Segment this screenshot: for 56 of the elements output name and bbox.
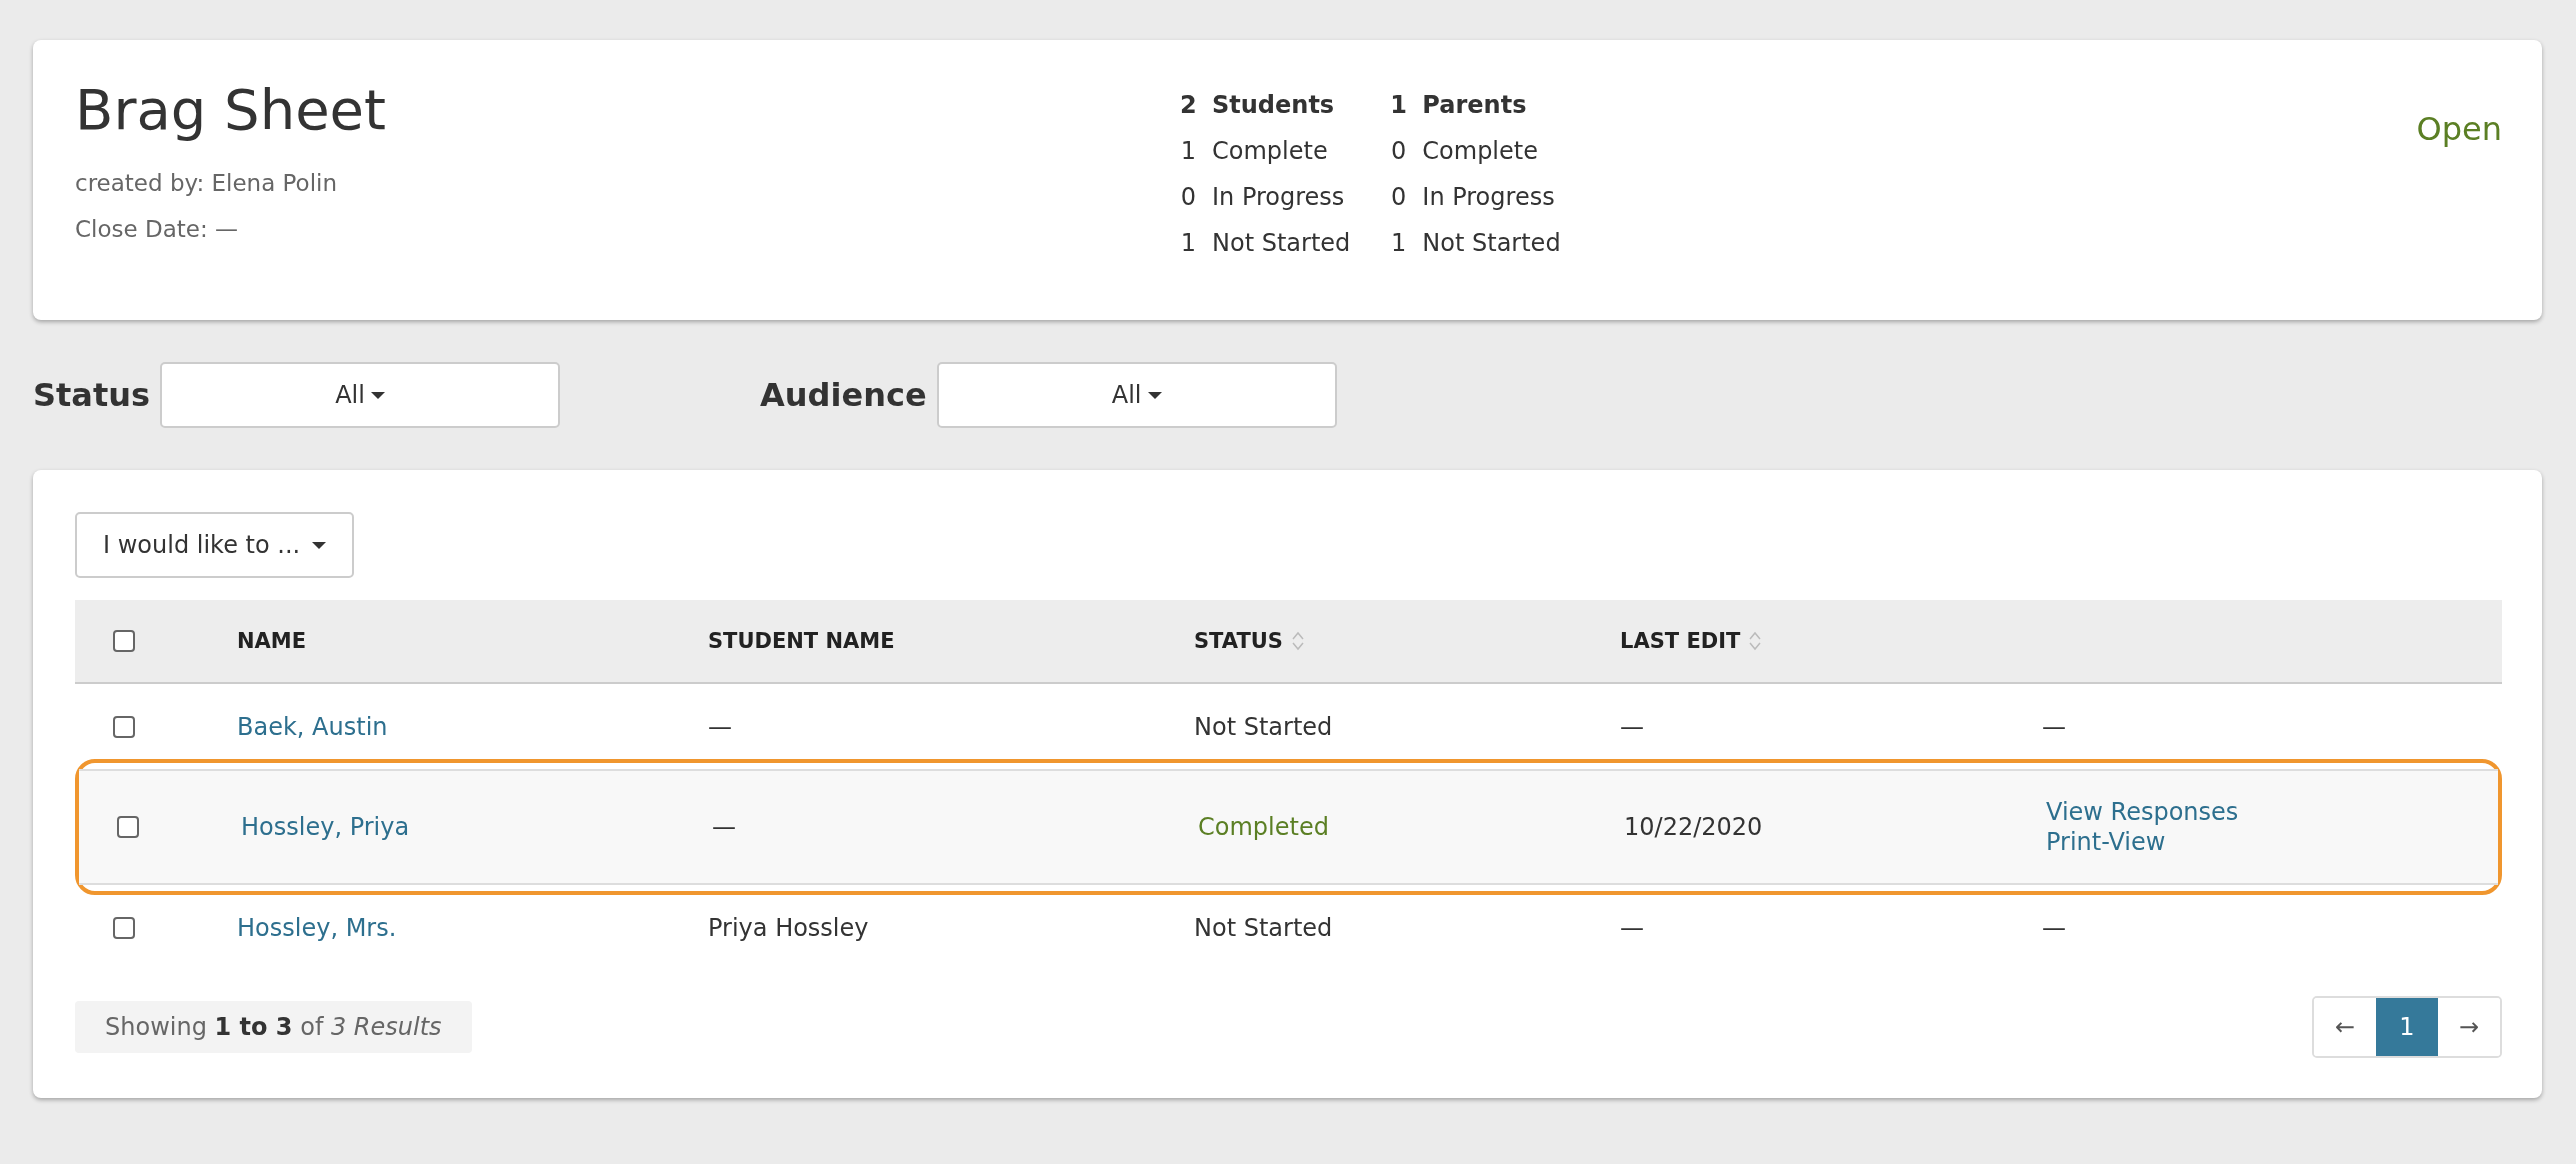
stat-label: Students	[1212, 90, 1335, 121]
filter-select[interactable]: All	[160, 362, 561, 428]
row-checkbox[interactable]	[117, 816, 139, 838]
last-edit-cell: —	[1620, 712, 1644, 741]
stat-count: 1	[1180, 136, 1196, 167]
caret-icon	[1147, 391, 1162, 399]
caret-icon	[370, 391, 385, 399]
name-link[interactable]: Baek, Austin	[237, 712, 388, 741]
column-header[interactable]: LAST EDIT	[1620, 629, 1763, 653]
status-cell: Completed	[1198, 813, 1329, 841]
caret-icon	[312, 541, 327, 549]
stat-label: In Progress	[1212, 182, 1345, 213]
stat-label: Parents	[1422, 90, 1527, 121]
actions-cell: —	[2042, 712, 2066, 741]
page-button[interactable]: 1	[2376, 998, 2438, 1056]
status-cell: Not Started	[1194, 712, 1333, 741]
name-link[interactable]: Hossley, Mrs.	[237, 913, 397, 942]
column-header: STUDENT NAME	[708, 629, 895, 653]
row-checkbox[interactable]	[113, 715, 135, 738]
page-title: Brag Sheet	[75, 76, 387, 144]
stat-label: Complete	[1212, 136, 1328, 167]
sort-icon	[1748, 631, 1763, 651]
action-link[interactable]: View Responses	[2046, 798, 2239, 826]
actions-cell: —	[2042, 913, 2066, 942]
sort-icon	[1290, 631, 1305, 651]
stat-count: 1	[1390, 228, 1407, 259]
student-name-cell: Priya Hossley	[708, 913, 869, 942]
action-link[interactable]: Print-View	[2046, 828, 2166, 856]
stat-label: Not Started	[1212, 228, 1351, 259]
row-checkbox[interactable]	[113, 916, 135, 939]
filter-label: Audience	[760, 376, 927, 414]
stat-count: 2	[1180, 90, 1196, 121]
filter-label: Status	[33, 376, 151, 414]
student-name-cell: —	[712, 813, 736, 841]
stat-label: Complete	[1422, 136, 1538, 167]
column-header: NAME	[237, 629, 307, 653]
name-link[interactable]: Hossley, Priya	[241, 813, 410, 841]
action-dropdown[interactable]: I would like to ...	[75, 512, 355, 578]
stat-count: 0	[1390, 136, 1407, 167]
last-edit-cell: 10/22/2020	[1624, 813, 1763, 841]
select-all-checkbox[interactable]	[113, 630, 135, 652]
results-summary: Showing 1 to 3 of 3 Results	[75, 1001, 472, 1053]
close-date-text: Close Date: —	[75, 215, 239, 244]
last-edit-cell: —	[1620, 913, 1644, 942]
filter-select[interactable]: All	[936, 362, 1337, 428]
stat-count: 1	[1180, 228, 1196, 259]
student-name-cell: —	[708, 712, 732, 741]
status-cell: Not Started	[1194, 913, 1333, 942]
stat-count: 0	[1180, 182, 1196, 213]
open-status: Open	[2416, 109, 2502, 150]
stat-count: 0	[1390, 182, 1407, 213]
stat-count: 1	[1390, 90, 1407, 121]
stat-label: In Progress	[1422, 182, 1555, 213]
stat-label: Not Started	[1422, 228, 1561, 259]
created-by-text: created by: Elena Polin	[75, 169, 339, 198]
column-header[interactable]: STATUS	[1194, 629, 1305, 653]
